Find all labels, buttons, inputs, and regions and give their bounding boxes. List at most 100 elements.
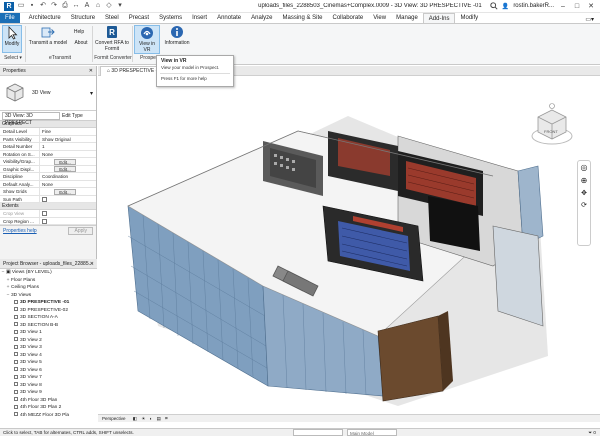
redo-icon[interactable]: ↷ xyxy=(50,2,58,10)
shadows-icon[interactable]: ◐ xyxy=(150,416,153,421)
tab-modify[interactable]: Modify xyxy=(455,13,483,23)
tree-item-view[interactable]: 3D View 7 xyxy=(0,374,97,382)
edit-button[interactable]: Edit... xyxy=(54,166,76,172)
tab-architecture[interactable]: Architecture xyxy=(24,13,66,23)
modify-button[interactable]: Modify xyxy=(2,25,22,53)
crop-region-checkbox[interactable] xyxy=(42,218,47,224)
tree-item-view[interactable]: 3D View 3 xyxy=(0,344,97,352)
transmit-model-button[interactable]: Transmit a model xyxy=(27,25,69,46)
user-name[interactable]: rostin.bakerR... xyxy=(513,3,554,9)
chevron-down-icon[interactable]: ▾ xyxy=(90,90,93,97)
tree-item-view[interactable]: 4th Floor 3D Plan 2 xyxy=(0,404,97,412)
tab-file[interactable]: File xyxy=(0,13,20,23)
open-icon[interactable]: ▭ xyxy=(17,2,25,10)
information-button[interactable]: Information xyxy=(162,25,192,46)
prop-value[interactable]: Fine xyxy=(40,128,96,135)
model-selector[interactable]: Main Model xyxy=(347,429,397,436)
save-icon[interactable]: ▪ xyxy=(28,2,36,10)
tab-precast[interactable]: Precast xyxy=(124,13,154,23)
tab-add-ins[interactable]: Add-Ins xyxy=(422,13,456,23)
tab-insert[interactable]: Insert xyxy=(187,13,212,23)
tab-view[interactable]: View xyxy=(368,13,391,23)
tree-node-3d-views[interactable]: −3D Views xyxy=(0,292,97,300)
panel-select[interactable]: Select ▾ xyxy=(0,55,26,61)
category-graphics[interactable]: Graphics xyxy=(0,121,96,128)
tree-item-view[interactable]: 3D View 2 xyxy=(0,337,97,345)
tree-item-view[interactable]: 3D View 4 xyxy=(0,352,97,360)
tree-label: 3D View 5 xyxy=(20,360,42,365)
prop-value[interactable]: None xyxy=(40,181,96,188)
prop-value[interactable]: Coordination xyxy=(40,173,96,180)
render-icon[interactable]: ▤ xyxy=(157,416,161,421)
tree-node-ceiling-plans[interactable]: + Ceiling Plans xyxy=(0,284,97,292)
measure-icon[interactable]: ↔ xyxy=(72,2,80,10)
tab-analyze[interactable]: Analyze xyxy=(246,13,277,23)
zoom-icon[interactable]: ⊕ xyxy=(578,176,590,185)
ribbon-options-icon[interactable]: ▭▾ xyxy=(585,16,600,23)
3d-viewport[interactable]: FRONT xyxy=(98,76,600,414)
minimize-icon[interactable]: – xyxy=(558,3,568,10)
tree-item-view[interactable]: 3D View 5 xyxy=(0,359,97,367)
sun-icon[interactable]: ☀ xyxy=(141,416,145,421)
tree-item-view[interactable]: 3D View 8 xyxy=(0,382,97,390)
tab-massing-site[interactable]: Massing & Site xyxy=(277,13,327,23)
edit-button[interactable]: Edit... xyxy=(54,158,76,165)
apply-button[interactable]: Apply xyxy=(68,227,93,235)
sun-path-checkbox[interactable] xyxy=(42,196,47,202)
prop-value[interactable]: 1 xyxy=(40,143,96,150)
print-icon[interactable]: ⎙ xyxy=(61,2,69,10)
tree-item-view[interactable]: 3D SECTION A-A xyxy=(0,314,97,322)
tab-collaborate[interactable]: Collaborate xyxy=(328,13,369,23)
edit-type-button[interactable]: Edit Type xyxy=(62,113,83,119)
orbit-icon[interactable]: ⟳ xyxy=(578,201,590,209)
tree-item-view[interactable]: 3D View 9 xyxy=(0,389,97,397)
chevron-down-icon[interactable]: ▾ xyxy=(116,2,124,10)
close-icon[interactable]: ✕ xyxy=(586,2,596,10)
tab-steel[interactable]: Steel xyxy=(100,13,124,23)
revit-logo-icon[interactable]: R xyxy=(4,1,14,11)
crop-icon[interactable]: ⌗ xyxy=(165,416,168,421)
text-icon[interactable]: A xyxy=(83,2,91,10)
help-button[interactable]: Help xyxy=(72,25,86,35)
viewcube-icon[interactable]: FRONT xyxy=(528,102,576,150)
properties-help-link[interactable]: Properties help xyxy=(3,228,37,234)
type-selector[interactable]: 3D View ▾ xyxy=(0,76,96,111)
filter-icon[interactable]: ⏷ 0 xyxy=(588,429,596,436)
tree-item-view[interactable]: 3D View 6 xyxy=(0,367,97,375)
search-icon[interactable] xyxy=(490,2,498,10)
tree-item-view[interactable]: 3D PRESPECTIVE-02 xyxy=(0,307,97,315)
maximize-icon[interactable]: □ xyxy=(572,3,582,10)
user-icon[interactable]: 👤 xyxy=(502,3,509,10)
tab-systems[interactable]: Systems xyxy=(154,13,187,23)
tab-annotate[interactable]: Annotate xyxy=(212,13,246,23)
view-in-vr-button[interactable]: View in VR xyxy=(134,25,160,54)
tree-label: 3D View 4 xyxy=(20,352,42,358)
tree-node-views[interactable]: − ▣ Views (BY LEVEL) xyxy=(0,269,97,277)
convert-rfa-button[interactable]: R Convert RFA to Formit xyxy=(94,25,130,52)
tree-item-view[interactable]: 3D PRESPECTIVE -01 xyxy=(0,299,97,307)
3d-view-icon[interactable]: ⌂ xyxy=(94,2,102,10)
prop-value[interactable]: None xyxy=(40,151,96,158)
tree-item-view[interactable]: 4th Floor 3D Plan xyxy=(0,397,97,405)
tab-manage[interactable]: Manage xyxy=(391,13,423,23)
instance-selector[interactable]: 3D View: 3D PRESPECT xyxy=(2,111,60,126)
projection-mode[interactable]: Perspective xyxy=(102,416,126,421)
tree-node-floor-plans[interactable]: + Floor Plans xyxy=(0,277,97,285)
edit-button[interactable]: Edit... xyxy=(54,188,76,195)
tree-item-view[interactable]: 3D View 1 xyxy=(0,329,97,337)
tree-item-view[interactable]: 3D SECTION B-B xyxy=(0,322,97,330)
undo-icon[interactable]: ↶ xyxy=(39,2,47,10)
tab-structure[interactable]: Structure xyxy=(66,13,100,23)
prop-value[interactable]: Show Original xyxy=(40,136,96,143)
pan-icon[interactable]: ✥ xyxy=(578,189,590,197)
tree-item-view[interactable]: 4th MEZZ Floor 3D Pla xyxy=(0,412,97,420)
close-icon[interactable]: ✕ xyxy=(89,66,93,76)
about-button[interactable]: About xyxy=(72,38,90,46)
steering-wheel-icon[interactable]: ◎ xyxy=(578,163,590,172)
category-extents[interactable]: Extents xyxy=(0,203,96,210)
workset-selector[interactable] xyxy=(293,429,343,436)
close-icon[interactable]: ✕ xyxy=(90,259,94,269)
section-icon[interactable]: ◇ xyxy=(105,2,113,10)
visual-style-icon[interactable]: ◧ xyxy=(133,416,137,421)
crop-view-checkbox[interactable] xyxy=(42,211,47,216)
